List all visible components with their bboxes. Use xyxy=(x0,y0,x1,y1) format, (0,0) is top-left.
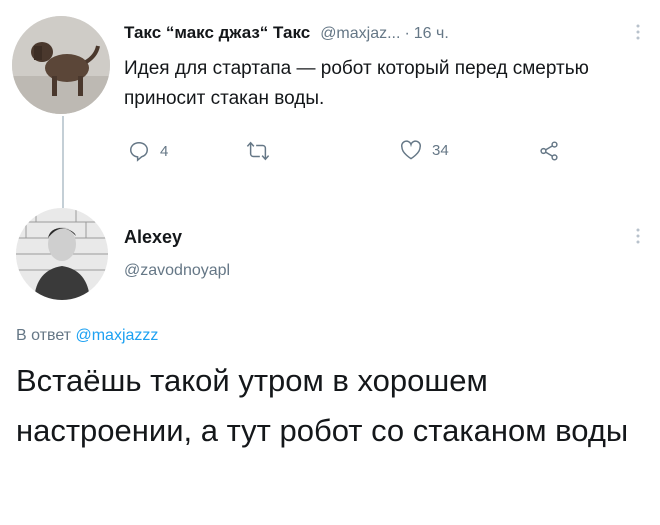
like-button[interactable]: 34 xyxy=(400,140,449,160)
avatar-dog-image xyxy=(12,16,110,114)
author-display-name[interactable]: Такс “макс джаз“ Такс xyxy=(124,23,310,43)
share-icon xyxy=(538,140,560,162)
meta-separator: · xyxy=(404,25,410,42)
like-count: 34 xyxy=(432,141,449,159)
reply-icon xyxy=(128,140,150,162)
author-name-line: Такс “макс джаз“ Такс @maxjaz... · 16 ч. xyxy=(124,23,449,43)
share-button[interactable] xyxy=(538,140,560,162)
reply-author-display-name[interactable]: Alexey xyxy=(124,227,182,248)
more-icon[interactable] xyxy=(636,24,640,40)
author-avatar[interactable] xyxy=(12,16,110,114)
reply-author-handle[interactable]: @zavodnoyapl xyxy=(124,262,230,280)
reply-context: В ответ @maxjazzz xyxy=(16,327,158,345)
avatar-person-image xyxy=(16,208,108,300)
like-icon xyxy=(400,140,422,160)
reply-prefix: В ответ xyxy=(16,327,72,344)
reply-author-avatar[interactable] xyxy=(16,208,108,300)
tweet-actions: 4 34 xyxy=(128,140,588,164)
tweet-text: Идея для стартапа — робот который перед … xyxy=(124,58,589,109)
author-handle[interactable]: @maxjaz... xyxy=(320,25,400,43)
tweet-timestamp[interactable]: 16 ч. xyxy=(414,25,449,43)
reply-text: Встаёшь такой утром в хорошем настроении… xyxy=(16,363,629,448)
retweet-button[interactable] xyxy=(246,140,280,162)
reply-more-icon[interactable] xyxy=(636,228,640,244)
reply-mention-link[interactable]: @maxjazzz xyxy=(75,327,158,344)
retweet-icon xyxy=(246,140,270,162)
reply-count: 4 xyxy=(160,142,169,160)
thread-connector-line xyxy=(62,116,64,208)
reply-button[interactable]: 4 xyxy=(128,140,168,162)
